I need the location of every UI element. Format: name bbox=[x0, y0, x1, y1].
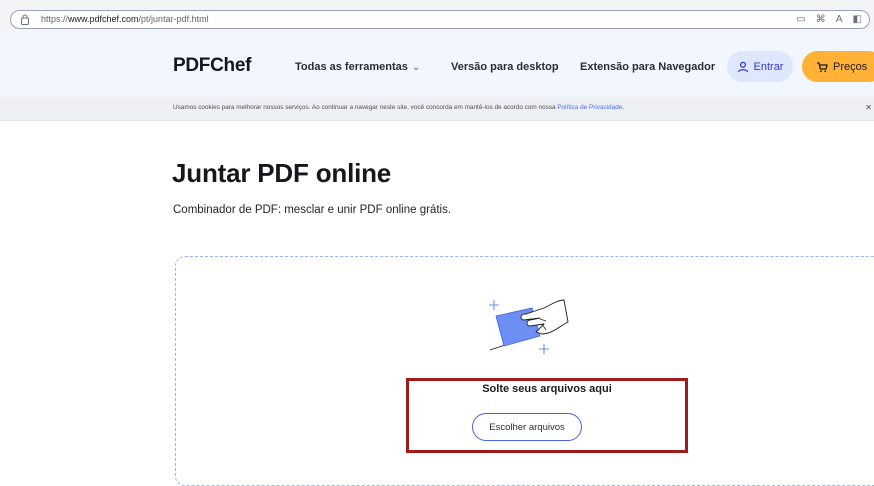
page-subtitle: Combinador de PDF: mesclar e unir PDF on… bbox=[173, 204, 452, 216]
prices-label: Preços bbox=[833, 60, 868, 73]
url-host: www.pdfchef.com bbox=[68, 14, 139, 24]
login-button[interactable]: Entrar bbox=[727, 51, 793, 82]
nav-browser-extension[interactable]: Extensão para Navegador bbox=[580, 61, 715, 73]
chevron-down-icon: ⌄ bbox=[411, 62, 421, 73]
nav-all-tools-label: Todas as ferramentas bbox=[295, 61, 408, 73]
nav-all-tools[interactable]: Todas as ferramentas ⌄ bbox=[295, 61, 420, 73]
privacy-policy-link[interactable]: Política de Privacidade bbox=[557, 104, 622, 111]
url-text: https://www.pdfchef.com/pt/juntar-pdf.ht… bbox=[41, 14, 209, 24]
site-header: PDFChef Todas as ferramentas ⌄ Versão par… bbox=[0, 34, 874, 98]
file-drop-zone[interactable] bbox=[175, 256, 874, 486]
cart-icon bbox=[817, 61, 828, 72]
reader-view-icon[interactable]: ▭ bbox=[796, 14, 805, 25]
sidebar-icon[interactable]: ◧ bbox=[853, 14, 862, 25]
drop-files-text: Solte seus arquivos aqui bbox=[482, 383, 612, 395]
choose-files-button[interactable]: Escolher arquivos bbox=[472, 413, 582, 441]
read-aloud-icon[interactable]: A bbox=[836, 14, 843, 25]
page-title: Juntar PDF online bbox=[172, 158, 392, 188]
close-icon[interactable]: ✕ bbox=[865, 103, 872, 112]
cookie-end: . bbox=[622, 104, 625, 111]
cookie-notice: Usamos cookies para melhorar nossos serv… bbox=[0, 98, 874, 121]
browser-toolbar: https://www.pdfchef.com/pt/juntar-pdf.ht… bbox=[0, 0, 874, 35]
user-icon bbox=[737, 61, 748, 72]
site-logo[interactable]: PDFChef bbox=[173, 55, 251, 77]
cookie-message: Usamos cookies para melhorar nossos serv… bbox=[173, 104, 558, 111]
page-info-icon[interactable] bbox=[19, 14, 31, 26]
upload-illustration-icon bbox=[489, 299, 569, 354]
cookie-text: Usamos cookies para melhorar nossos serv… bbox=[173, 104, 624, 111]
tab-grid-icon[interactable]: ⌘ bbox=[816, 14, 826, 25]
login-label: Entrar bbox=[753, 60, 784, 73]
url-prefix: https:// bbox=[41, 14, 69, 24]
address-bar[interactable]: https://www.pdfchef.com/pt/juntar-pdf.ht… bbox=[10, 10, 870, 29]
url-path: /pt/juntar-pdf.html bbox=[138, 14, 209, 24]
nav-desktop-version[interactable]: Versão para desktop bbox=[451, 61, 559, 73]
prices-button[interactable]: Preços bbox=[802, 51, 874, 82]
